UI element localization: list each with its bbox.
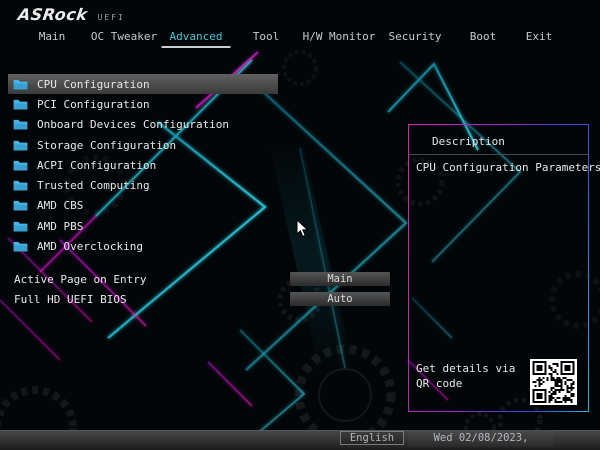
- bios-screen: ASRock UEFI Main OC Tweaker Advanced Too…: [0, 0, 600, 450]
- description-body: CPU Configuration Parameters: [416, 161, 600, 174]
- folder-icon: [13, 160, 28, 171]
- logo-uefi-label: UEFI: [97, 13, 125, 22]
- menu-item-storage-configuration[interactable]: Storage Configuration: [8, 135, 278, 155]
- active-page-on-entry-label: Active Page on Entry: [14, 273, 147, 286]
- description-panel: Description CPU Configuration Parameters…: [408, 124, 600, 412]
- menu-item-label: Onboard Devices Configuration: [37, 118, 230, 132]
- menu-item-trusted-computing[interactable]: Trusted Computing: [8, 175, 278, 195]
- folder-icon: [13, 79, 28, 90]
- folder-icon: [13, 140, 28, 150]
- menu-item-label: AMD PBS: [37, 219, 84, 233]
- tab-boot[interactable]: Boot: [470, 30, 497, 43]
- tab-hw-monitor[interactable]: H/W Monitor: [303, 30, 376, 43]
- qr-caption: Get details via QR code: [416, 362, 516, 390]
- menu-item-amd-cbs[interactable]: AMD CBS: [8, 196, 278, 216]
- folder-icon: [13, 120, 28, 130]
- menu-item-label: Storage Configuration: [37, 138, 177, 152]
- folder-icon: [13, 99, 28, 110]
- tab-tool[interactable]: Tool: [253, 30, 280, 43]
- mouse-cursor: [296, 219, 309, 238]
- menu-item-onboard-devices-configuration[interactable]: Onboard Devices Configuration: [8, 115, 278, 135]
- description-separator: [409, 154, 588, 155]
- language-button[interactable]: English: [340, 431, 404, 445]
- asrock-logo: ASRock UEFI: [16, 5, 125, 24]
- tab-exit[interactable]: Exit: [526, 30, 553, 43]
- menu-item-acpi-configuration[interactable]: ACPI Configuration: [8, 155, 278, 175]
- logo-text: ASRock: [16, 5, 89, 24]
- menu-item-amd-pbs[interactable]: AMD PBS: [8, 216, 278, 236]
- qr-code: [530, 359, 577, 405]
- tab-bar: Main OC Tweaker Advanced Tool H/W Monito…: [0, 30, 600, 48]
- folder-icon: [13, 241, 28, 252]
- tab-main[interactable]: Main: [39, 30, 66, 43]
- menu-item-pci-configuration[interactable]: PCI Configuration: [8, 94, 278, 114]
- tab-oc-tweaker[interactable]: OC Tweaker: [91, 30, 157, 43]
- menu-item-amd-overclocking[interactable]: AMD Overclocking: [8, 236, 278, 256]
- datetime-display: Wed 02/08/2023, 11:33:26: [408, 430, 554, 450]
- folder-icon: [13, 201, 28, 211]
- full-hd-uefi-bios-label: Full HD UEFI BIOS: [14, 293, 127, 306]
- menu-item-cpu-configuration[interactable]: CPU Configuration: [8, 74, 278, 95]
- menu-item-label: CPU Configuration: [37, 77, 150, 91]
- menu-item-label: ACPI Configuration: [37, 158, 157, 172]
- description-title: Description: [432, 135, 505, 148]
- tab-security[interactable]: Security: [389, 30, 442, 43]
- menu-item-label: AMD CBS: [37, 199, 84, 213]
- menu-item-label: AMD Overclocking: [37, 240, 143, 254]
- advanced-menu-list: CPU Configuration PCI Configuration Onboar…: [8, 74, 278, 257]
- menu-item-label: Trusted Computing: [37, 179, 150, 193]
- full-hd-uefi-bios-value[interactable]: Auto: [290, 291, 390, 306]
- folder-icon: [13, 181, 28, 191]
- folder-icon: [13, 221, 28, 232]
- active-page-on-entry-value[interactable]: Main: [290, 271, 390, 286]
- menu-item-label: PCI Configuration: [37, 97, 150, 111]
- tab-advanced[interactable]: Advanced: [161, 30, 231, 48]
